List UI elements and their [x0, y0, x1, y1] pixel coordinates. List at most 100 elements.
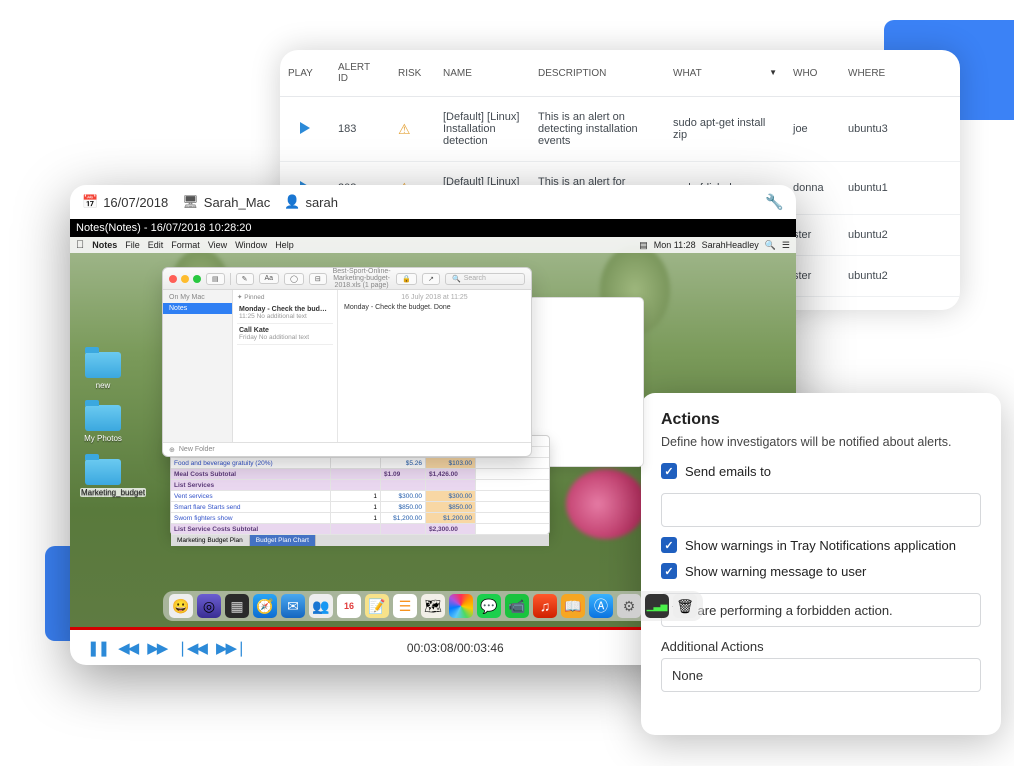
ibooks-icon[interactable]: 📖 [561, 594, 585, 618]
app-name[interactable]: Notes [92, 240, 117, 250]
note-subtitle: 11:25 No additional text [239, 313, 331, 320]
minimize-icon[interactable] [181, 275, 189, 283]
col-play[interactable]: PLAY [280, 50, 330, 97]
maximize-icon[interactable] [193, 275, 201, 283]
window-controls[interactable] [169, 275, 201, 283]
actions-title: Actions [661, 411, 981, 429]
cell: Food and beverage gratuity (20%) [171, 458, 331, 468]
notes-window[interactable]: ▤ ✎ Aa ◯ ⊟ Best-Sport-Online-Marketing-b… [162, 267, 532, 457]
itunes-icon[interactable]: ♫ [533, 594, 557, 618]
photos-icon[interactable] [449, 594, 473, 618]
session-computer: 🖥 Sarah_Mac [182, 194, 270, 210]
notes-editor[interactable]: 16 July 2018 at 11:25 Monday - Check the… [338, 290, 531, 442]
spotlight-icon[interactable]: 🔍 [765, 240, 776, 251]
launchpad-icon[interactable]: ▦ [225, 594, 249, 618]
toolbar-btn[interactable]: ⊟ [309, 273, 327, 285]
mac-menubar:  Notes File Edit Format View Window Hel… [70, 237, 796, 253]
menu-icon[interactable]: ☰ [782, 240, 790, 251]
preferences-icon[interactable]: ⚙ [617, 594, 641, 618]
cell: $300.00 [426, 491, 476, 501]
desktop-folder[interactable]: new [80, 352, 126, 390]
new-folder-label: New Folder [179, 446, 215, 453]
pause-button[interactable]: ❚❚ [84, 635, 111, 661]
menu-item[interactable]: Help [275, 240, 294, 250]
checkbox-label: Send emails to [685, 464, 771, 479]
checkbox-warning-message[interactable]: ✓ Show warning message to user [661, 563, 981, 579]
menu-item[interactable]: Format [171, 240, 200, 250]
maps-icon[interactable]: 🗺 [421, 594, 445, 618]
emails-input[interactable] [661, 493, 981, 527]
checkbox-icon[interactable]: ✓ [661, 463, 677, 479]
activity-icon[interactable]: ▁▃▅ [645, 594, 669, 618]
safari-icon[interactable]: 🧭 [253, 594, 277, 618]
desktop-folder[interactable]: Marketing_budget [80, 459, 126, 497]
menu-item[interactable]: View [208, 240, 227, 250]
contacts-icon[interactable]: 👥 [309, 594, 333, 618]
cell-desc: This is an alert on detecting installati… [530, 97, 665, 162]
cell: Meal Costs Subtotal [171, 469, 331, 479]
appstore-icon[interactable]: Ⓐ [589, 594, 613, 618]
toolbar-btn[interactable]: ▤ [206, 273, 225, 285]
sidebar-item-notes[interactable]: Notes [163, 303, 232, 314]
trash-icon[interactable]: 🗑 [673, 594, 697, 618]
mail-icon[interactable]: ✉ [281, 594, 305, 618]
add-icon[interactable]: ⊕ [169, 446, 175, 454]
facetime-icon[interactable]: 📹 [505, 594, 529, 618]
col-name[interactable]: NAME [435, 50, 530, 97]
cell-id: 183 [330, 97, 390, 162]
finder-icon[interactable]: 😀 [169, 594, 193, 618]
settings-icon[interactable]: 🔧 [765, 193, 784, 211]
play-icon[interactable] [300, 122, 310, 134]
checkbox-tray[interactable]: ✓ Show warnings in Tray Notifications ap… [661, 537, 981, 553]
checkbox-icon[interactable]: ✓ [661, 563, 677, 579]
desktop-folder[interactable]: My Photos [80, 405, 126, 443]
toolbar-btn[interactable]: ✎ [236, 273, 254, 285]
toolbar-btn[interactable]: Aa [259, 273, 280, 284]
col-description[interactable]: DESCRIPTION [530, 50, 665, 97]
folder-icon [85, 352, 121, 378]
list-item[interactable]: Monday - Check the bud… 11:25 No additio… [237, 303, 333, 324]
col-alert-id[interactable]: ALERT ID [330, 50, 390, 97]
toolbar-btn[interactable]: ◯ [284, 273, 304, 285]
notes-icon[interactable]: 📝 [365, 594, 389, 618]
menu-item[interactable]: Window [235, 240, 267, 250]
notes-footer[interactable]: ⊕ New Folder [163, 442, 531, 456]
table-row[interactable]: 183 ⚠ [Default] [Linux] Installation det… [280, 97, 960, 162]
skip-back-button[interactable]: ❘◀◀ [173, 635, 209, 661]
col-what[interactable]: WHAT▼ [665, 50, 785, 97]
cell-who: joe [785, 97, 840, 162]
search-input[interactable]: 🔍 Search [445, 273, 525, 285]
col-risk[interactable]: RISK [390, 50, 435, 97]
skip-forward-button[interactable]: ▶▶❘ [213, 635, 249, 661]
forward-button[interactable]: ▶▶ [144, 635, 169, 661]
rewind-button[interactable]: ◀◀ [115, 635, 140, 661]
sheet-tab[interactable]: Marketing Budget Plan [171, 535, 250, 546]
messages-icon[interactable]: 💬 [477, 594, 501, 618]
checkbox-icon[interactable]: ✓ [661, 537, 677, 553]
menu-item[interactable]: File [125, 240, 140, 250]
sheet-header: List Services [171, 480, 331, 490]
airplay-icon[interactable]: ▤ [639, 240, 648, 251]
checkbox-send-emails[interactable]: ✓ Send emails to [661, 463, 981, 479]
col-where[interactable]: WHERE [840, 50, 960, 97]
reminders-icon[interactable]: ☰ [393, 594, 417, 618]
col-who[interactable]: WHO [785, 50, 840, 97]
menu-item[interactable]: Edit [148, 240, 164, 250]
dock: 😀 ◎ ▦ 🧭 ✉ 👥 16 📝 ☰ 🗺 💬 📹 ♫ 📖 Ⓐ ⚙ ▁▃▅ 🗑 [163, 591, 703, 621]
apple-icon[interactable]:  [76, 239, 84, 251]
monitor-icon: 🖥 [182, 194, 199, 210]
additional-actions-label: Additional Actions [661, 639, 981, 654]
additional-actions-select[interactable] [661, 658, 981, 692]
window-title-bar: Notes(Notes) - 16/07/2018 10:28:20 [70, 219, 796, 237]
username[interactable]: SarahHeadley [702, 240, 759, 250]
toolbar-btn[interactable]: 🔒 [396, 273, 417, 285]
toolbar-btn[interactable]: ↗ [422, 273, 440, 285]
clock: Mon 11:28 [654, 240, 696, 250]
cell-what: sudo apt-get install zip [665, 97, 785, 162]
siri-icon[interactable]: ◎ [197, 594, 221, 618]
list-item[interactable]: Call Kate Friday No additional text [237, 324, 333, 345]
sheet-tab-active[interactable]: Budget Plan Chart [250, 535, 316, 546]
warning-message-input[interactable] [661, 593, 981, 627]
calendar-icon[interactable]: 16 [337, 594, 361, 618]
close-icon[interactable] [169, 275, 177, 283]
